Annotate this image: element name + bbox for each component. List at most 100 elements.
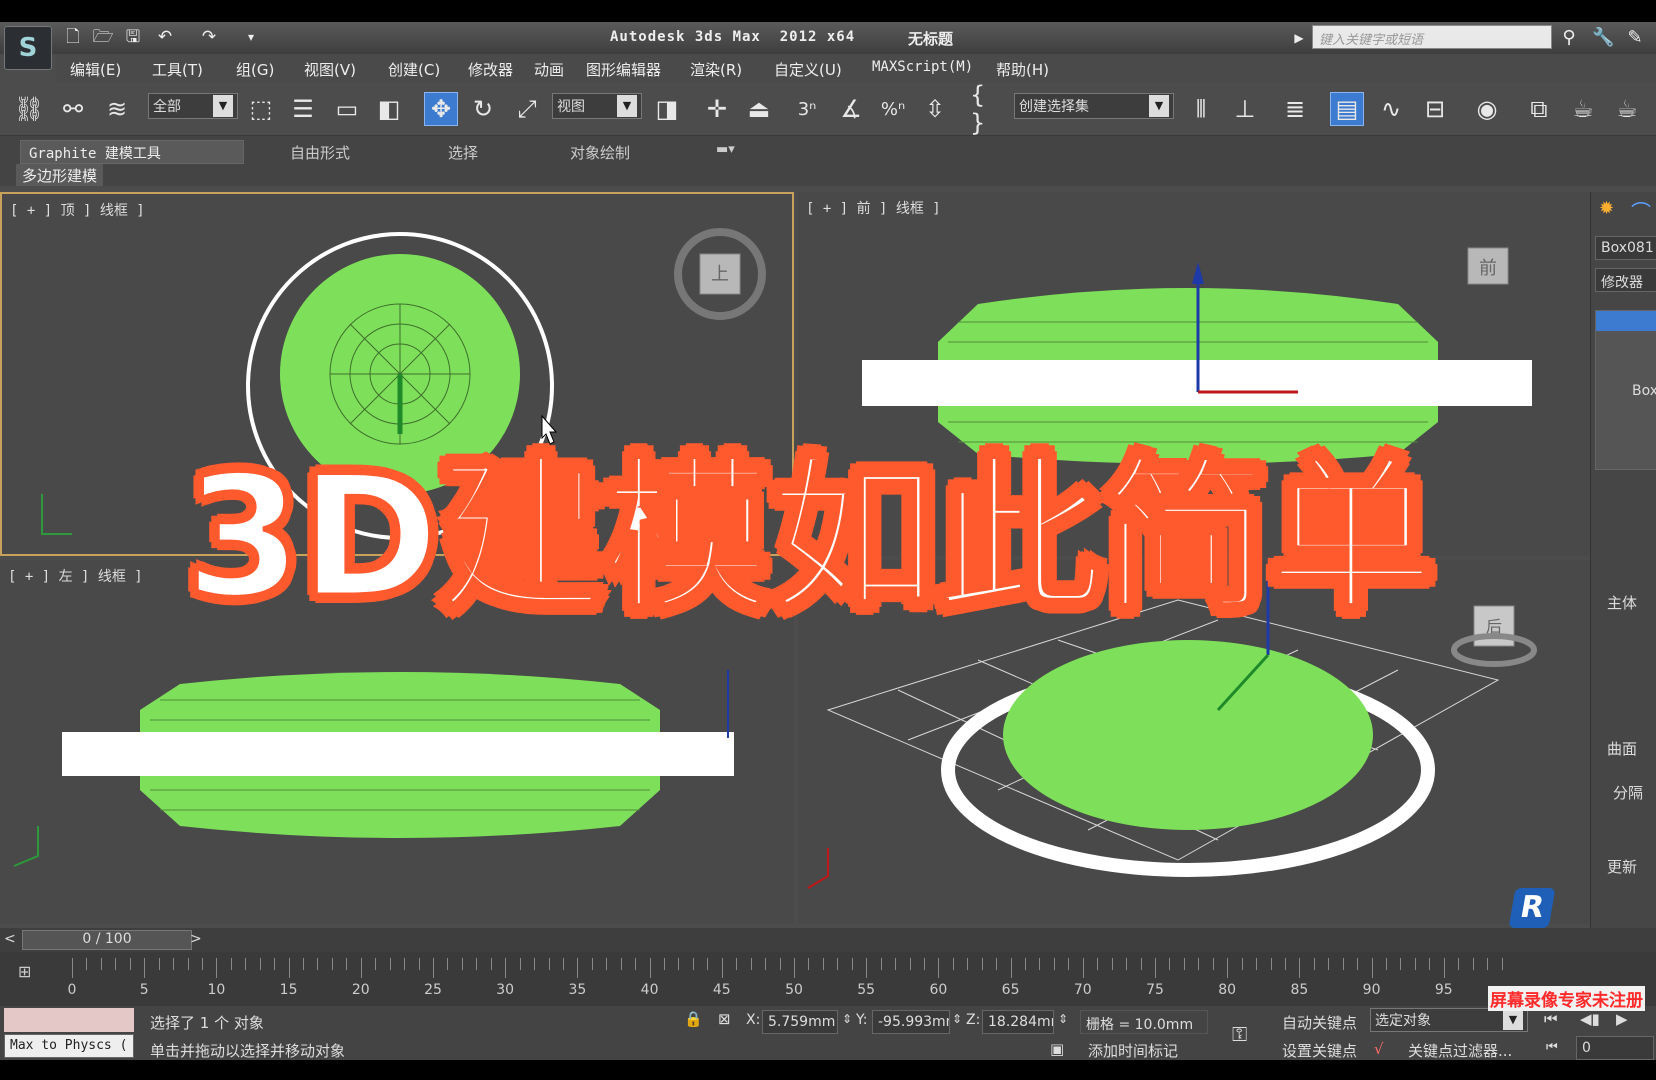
- select-object-icon[interactable]: ⬚: [244, 92, 278, 126]
- key-filters-button[interactable]: 关键点过滤器...: [1408, 1040, 1512, 1060]
- track-filter-icon[interactable]: ⊞: [18, 962, 31, 981]
- redo-icon[interactable]: ↷: [198, 27, 220, 47]
- add-time-tag[interactable]: 添加时间标记: [1088, 1040, 1178, 1060]
- menu-customize[interactable]: 自定义(U): [774, 59, 842, 80]
- mirror-icon[interactable]: ⫴: [1184, 92, 1218, 126]
- angle-snap-icon[interactable]: ∡: [834, 92, 868, 126]
- stack-item-box[interactable]: Box: [1632, 383, 1656, 399]
- spinner-snap-icon[interactable]: ⇳: [918, 92, 952, 126]
- render-production-icon[interactable]: ☕: [1610, 92, 1644, 126]
- percent-snap-toggle[interactable]: % ⁿ: [876, 92, 910, 126]
- modify-tab-icon[interactable]: ⌒: [1631, 196, 1651, 225]
- select-scale-icon[interactable]: ⤢: [510, 92, 544, 126]
- key-mode-dropdown[interactable]: 选定对象 ▼: [1370, 1008, 1528, 1032]
- maxscript-mini-listener[interactable]: Max to Physcs (: [4, 1034, 134, 1058]
- bind-space-warp-icon[interactable]: ≋: [100, 92, 134, 126]
- menu-maxscript[interactable]: MAXScript(M): [872, 59, 973, 75]
- select-rotate-icon[interactable]: ↻: [466, 92, 500, 126]
- spinner-icon[interactable]: ⇕: [1058, 1012, 1068, 1026]
- tab-selection[interactable]: 选择: [440, 140, 486, 164]
- unlink-icon[interactable]: ⚯: [56, 92, 90, 126]
- edit-named-selection-icon[interactable]: { }: [970, 81, 1004, 137]
- spinner-icon[interactable]: ⇕: [952, 1012, 962, 1026]
- next-frame-icon[interactable]: >: [190, 931, 202, 947]
- track-bar[interactable]: ⊞ 0 5 10 15 20 25 30 35 40 45 50 55 60 65 70 75 80 85 90 95: [0, 952, 1656, 1006]
- window-crossing-icon[interactable]: ◧: [372, 92, 406, 126]
- render-setup-icon[interactable]: ⧉: [1522, 92, 1556, 126]
- select-by-name-icon[interactable]: ☰: [286, 92, 320, 126]
- maxscript-mini-listener-top[interactable]: [4, 1008, 134, 1032]
- layer-manager-icon[interactable]: ≣: [1278, 92, 1312, 126]
- timeline-tick-mark: [707, 958, 709, 970]
- menu-create[interactable]: 创建(C): [388, 59, 440, 80]
- menu-tools[interactable]: 工具(T): [152, 59, 203, 80]
- search-arrow-icon[interactable]: ▶: [1288, 27, 1310, 49]
- qa-dropdown-icon[interactable]: ▾: [240, 27, 262, 47]
- z-coord-field[interactable]: 18.284mm: [982, 1010, 1054, 1034]
- y-coord-field[interactable]: -95.993mm: [872, 1010, 950, 1034]
- menu-help[interactable]: 帮助(H): [996, 59, 1049, 80]
- tab-polygon-modeling[interactable]: 多边形建模: [16, 164, 104, 186]
- current-frame-field[interactable]: 0: [1576, 1036, 1654, 1060]
- timeline-tick-mark: [1429, 958, 1431, 970]
- menu-animation[interactable]: 动画: [534, 59, 564, 80]
- auto-key-button[interactable]: 自动关键点: [1282, 1012, 1357, 1033]
- selection-filter-dropdown[interactable]: 全部 ▼: [148, 93, 238, 119]
- save-file-icon[interactable]: 🖫: [122, 27, 144, 47]
- snaps-toggle[interactable]: 3ⁿ: [790, 92, 824, 126]
- search-input[interactable]: 键入关键字或短语: [1312, 25, 1552, 49]
- binoculars-icon[interactable]: ⚲: [1558, 27, 1580, 49]
- time-slider[interactable]: < 0 / 100 >: [0, 928, 1656, 952]
- new-file-icon[interactable]: 🗋: [62, 27, 84, 47]
- selection-filter-value: 全部: [153, 99, 181, 115]
- manipulate-icon[interactable]: ✛: [700, 92, 734, 126]
- modifier-list-dropdown[interactable]: 修改器: [1595, 268, 1656, 292]
- help-icon[interactable]: ✎: [1624, 27, 1646, 49]
- menu-graph-editors[interactable]: 图形编辑器: [586, 59, 661, 80]
- key-tangent-icon[interactable]: √: [1374, 1040, 1384, 1058]
- time-slider-thumb[interactable]: 0 / 100: [22, 930, 192, 950]
- x-coord-field[interactable]: 5.759mm: [762, 1010, 838, 1034]
- absolute-mode-icon[interactable]: ⊠: [718, 1010, 731, 1028]
- rendered-frame-icon[interactable]: ☕: [1566, 92, 1600, 126]
- undo-icon[interactable]: ↶: [154, 27, 176, 47]
- tab-object-paint[interactable]: 对象绘制: [562, 140, 638, 164]
- key-mode-toggle-icon[interactable]: ⏮: [1546, 1040, 1558, 1055]
- key-icon[interactable]: ⚿: [1232, 1022, 1247, 1046]
- menu-views[interactable]: 视图(V): [304, 59, 356, 80]
- goto-start-icon[interactable]: ⏮: [1544, 1010, 1558, 1028]
- open-file-icon[interactable]: 🗁: [92, 27, 114, 47]
- lock-icon[interactable]: 🔒: [684, 1010, 703, 1028]
- prev-key-icon[interactable]: ◀▮: [1580, 1010, 1600, 1028]
- tab-freeform[interactable]: 自由形式: [282, 140, 358, 164]
- select-move-icon[interactable]: ✥: [424, 92, 458, 126]
- menu-edit[interactable]: 编辑(E): [70, 59, 121, 80]
- material-editor-icon[interactable]: ◉: [1470, 92, 1504, 126]
- schematic-view-icon[interactable]: ⊟: [1418, 92, 1452, 126]
- select-link-icon[interactable]: ⛓: [12, 92, 46, 126]
- stack-selected-row[interactable]: [1596, 311, 1656, 331]
- pivot-center-icon[interactable]: ◨: [650, 92, 684, 126]
- named-selection-dropdown[interactable]: 创建选择集 ▼: [1014, 93, 1174, 119]
- tools-icon[interactable]: 🔧: [1592, 27, 1614, 49]
- application-button[interactable]: S: [4, 26, 52, 70]
- menu-group[interactable]: 组(G): [236, 59, 274, 80]
- reference-coordinate-dropdown[interactable]: 视图 ▼: [552, 93, 642, 119]
- prev-frame-icon[interactable]: <: [4, 931, 16, 947]
- curve-editor-icon[interactable]: ∿: [1374, 92, 1408, 126]
- time-tag-icon[interactable]: ▣: [1050, 1040, 1064, 1058]
- timeline-tick-mark: [1169, 958, 1171, 970]
- align-icon[interactable]: ⊥: [1228, 92, 1262, 126]
- spinner-icon[interactable]: ⇕: [842, 1012, 852, 1026]
- keyboard-shortcut-icon[interactable]: ⏏: [742, 92, 776, 126]
- menu-modifiers[interactable]: 修改器: [468, 59, 513, 80]
- play-icon[interactable]: ▶: [1616, 1010, 1628, 1028]
- ribbon-options-icon[interactable]: ▬▾: [708, 140, 743, 164]
- rectangular-selection-icon[interactable]: ▭: [330, 92, 364, 126]
- create-tab-icon[interactable]: ✹: [1599, 198, 1614, 219]
- object-name-field[interactable]: Box081: [1595, 236, 1656, 260]
- tab-graphite-modeling[interactable]: Graphite 建模工具: [20, 140, 244, 164]
- menu-rendering[interactable]: 渲染(R): [690, 59, 742, 80]
- graphite-toggle-icon[interactable]: ▤: [1330, 92, 1364, 126]
- set-key-button[interactable]: 设置关键点: [1282, 1040, 1357, 1060]
